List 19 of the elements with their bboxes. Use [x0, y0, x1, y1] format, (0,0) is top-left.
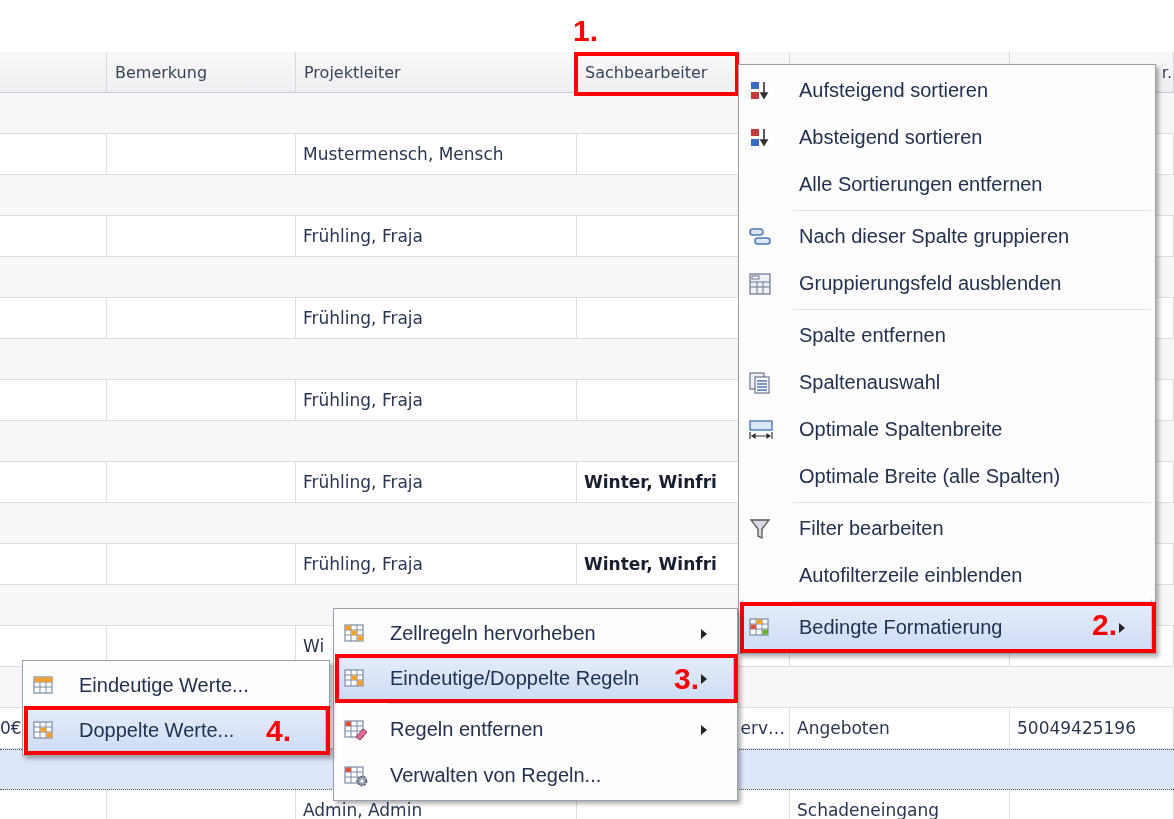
table-cell: Winter, Winfri [584, 472, 717, 492]
table-cell: erv… [740, 718, 785, 738]
annotation-number: 4. [265, 715, 291, 746]
table-cell: Angeboten [797, 718, 890, 738]
table-cell: Winter, Winfri [584, 554, 717, 574]
table-cell: Schadeneingang [797, 800, 940, 819]
table-cell: Admin, Admin [303, 800, 423, 819]
table-cell: Frühling, Fraja [303, 308, 423, 328]
table-cell: Mustermensch, Mensch [303, 144, 504, 164]
table-cell: Frühling, Fraja [303, 554, 423, 574]
annotation-number: 3. [673, 663, 699, 694]
table-cell: Wi [303, 636, 325, 656]
table-cell: 50049425196 [1017, 718, 1136, 738]
table-cell: 0€ [0, 718, 22, 738]
table-cell: Frühling, Fraja [303, 390, 423, 410]
table-cell: Frühling, Fraja [303, 472, 423, 492]
annotation-number: 2. [1091, 610, 1117, 640]
table-cell: Frühling, Fraja [303, 226, 423, 246]
annotation-number: 1. [573, 16, 599, 46]
